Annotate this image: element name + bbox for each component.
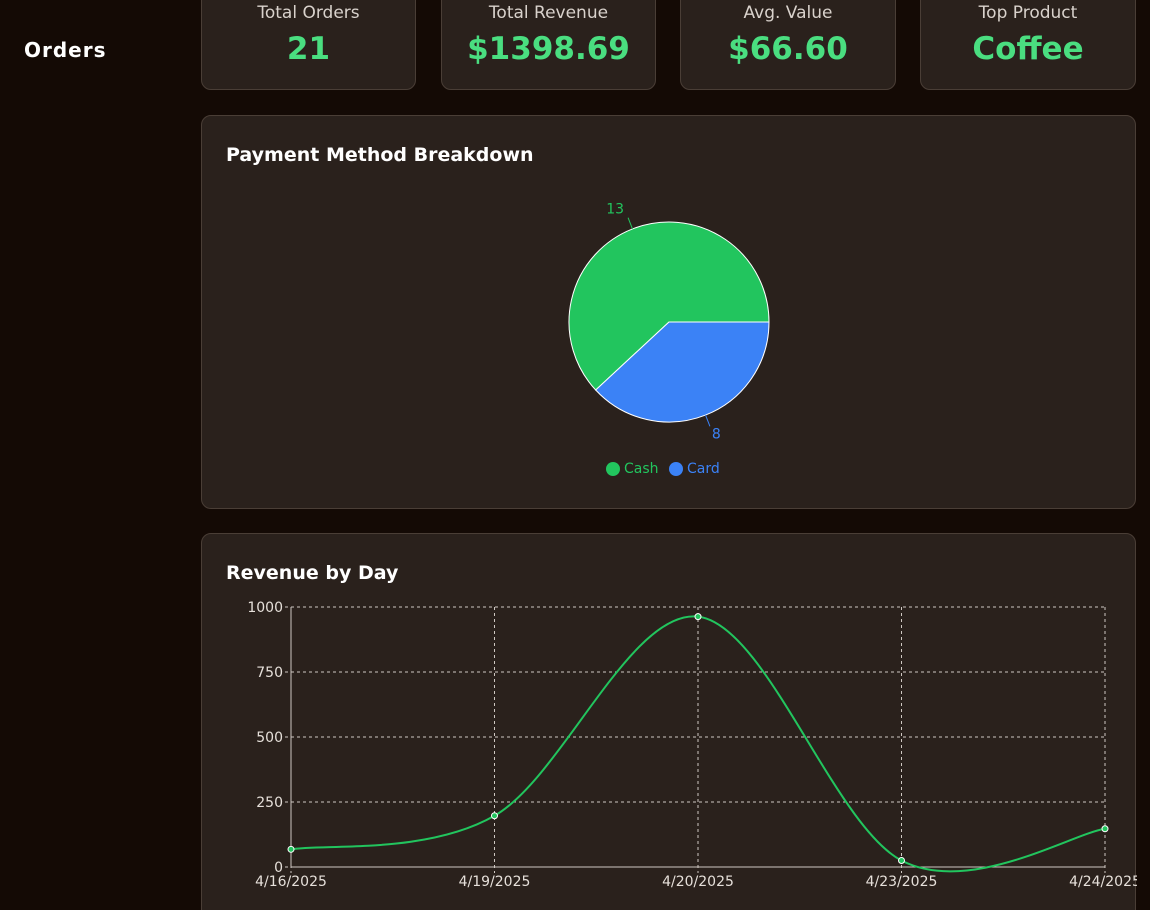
payment-pie-chart: 13 8 Cash Card: [568, 202, 770, 477]
stat-card-total-orders: Total Orders 21: [201, 0, 416, 90]
pie-label-line: [705, 414, 711, 427]
sidebar-title[interactable]: Orders: [24, 38, 107, 62]
legend-item-cash[interactable]: Cash: [606, 461, 659, 477]
y-tick-label: 250: [256, 795, 283, 811]
stat-label: Total Revenue: [488, 3, 609, 23]
stat-value: 21: [286, 31, 331, 67]
x-tick-label: 4/23/2025: [866, 874, 938, 890]
stat-value: $1398.69: [467, 31, 630, 67]
data-point[interactable]: [287, 845, 295, 853]
legend-swatch: [669, 462, 683, 476]
y-tick-label: 750: [256, 665, 283, 681]
stat-label: Avg. Value: [743, 3, 833, 23]
stat-label: Top Product: [978, 3, 1078, 23]
data-point[interactable]: [491, 812, 498, 820]
chart-grid: [285, 606, 1106, 873]
stat-label: Total Orders: [257, 3, 360, 23]
pie-label-line: [627, 217, 633, 230]
data-point[interactable]: [898, 857, 905, 864]
stat-value: Coffee: [972, 31, 1084, 67]
stat-card-top-product: Top Product Coffee: [920, 0, 1136, 90]
x-tick-label: 4/19/2025: [459, 874, 531, 890]
x-tick-label: 4/20/2025: [662, 874, 734, 890]
legend-label: Cash: [624, 461, 659, 477]
legend-item-card[interactable]: Card: [669, 461, 720, 477]
y-tick-label: 500: [256, 730, 283, 746]
payment-method-panel: Payment Method Breakdown 13 8 Cash Card: [201, 115, 1136, 509]
stat-value: $66.60: [728, 31, 848, 67]
legend-swatch: [606, 462, 620, 476]
y-tick-label: 1000: [247, 600, 283, 616]
pie-data-label: 13: [606, 202, 624, 218]
stat-card-total-revenue: Total Revenue $1398.69: [441, 0, 656, 90]
data-point[interactable]: [694, 613, 702, 621]
revenue-line-chart: 025050075010004/16/2025 4/19/2025 4/20/202…: [247, 600, 1137, 890]
x-tick-label: 4/16/2025: [255, 874, 327, 890]
legend-label: Card: [687, 461, 720, 477]
sidebar: Orders: [0, 0, 200, 910]
data-point[interactable]: [1101, 825, 1109, 833]
revenue-series-line: [290, 615, 1106, 873]
x-tick-label: 4/24/2025: [1069, 874, 1137, 890]
revenue-by-day-panel: Revenue by Day 0 250 500 750 1000 4/16/2025 4/…: [201, 533, 1137, 910]
stat-card-avg-value: Avg. Value $66.60: [680, 0, 896, 90]
pie-data-label: 8: [712, 426, 721, 442]
